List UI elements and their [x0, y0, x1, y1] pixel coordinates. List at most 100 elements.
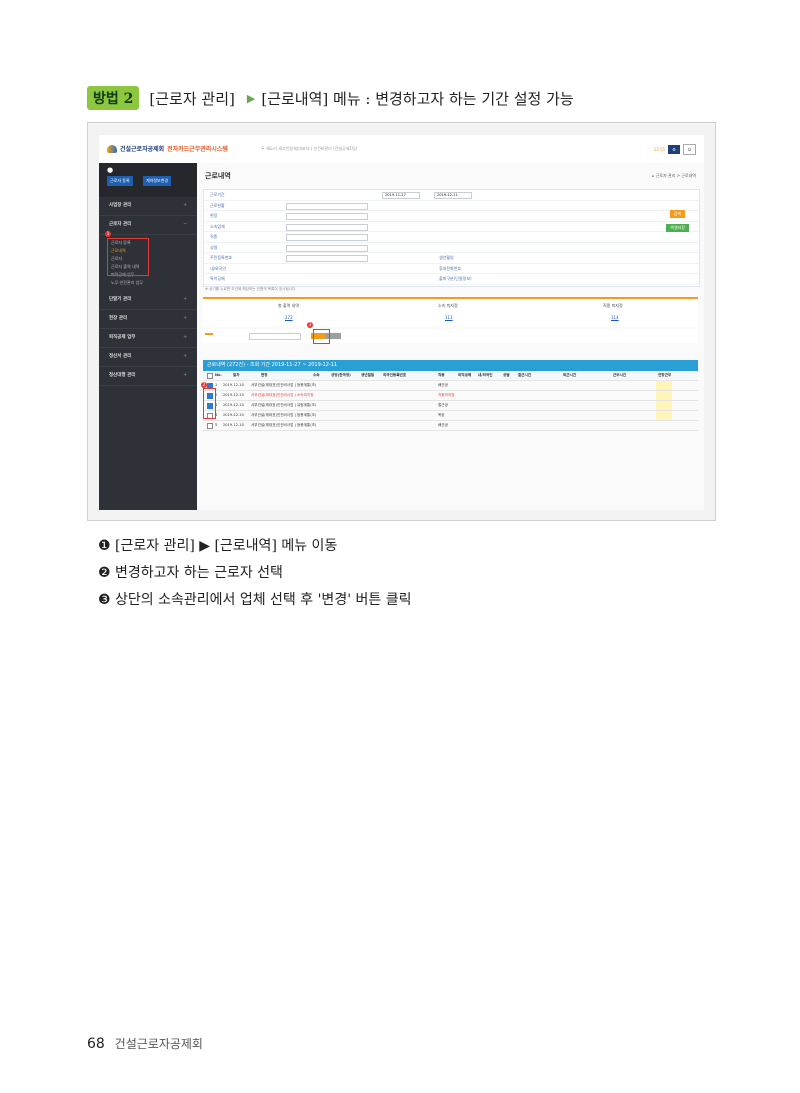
select-all-checkbox[interactable]: [207, 373, 213, 379]
heading-menu-path: [근로자 관리]: [149, 89, 235, 108]
embedded-screenshot: 건설근로자공제회 전자카드근무관리시스템 두 재도리 세부인원체(대표자:) 인…: [99, 135, 704, 510]
row-job: 배관공: [438, 383, 448, 387]
plus-icon: +: [183, 354, 187, 359]
table-row[interactable]: 3 2019-12-10 서부건설(재대표)인건비사업 | 유림계통(조) 철근…: [203, 401, 698, 411]
logo-text: 건설근로자공제회: [120, 146, 165, 153]
col-header: 성별: [503, 373, 510, 377]
col-header: 성명(한국명): [331, 373, 351, 377]
table-row[interactable]: 5 2019-12-10 서부건설(재대표)인건비사업 | 등용계통(조) 배관…: [203, 421, 698, 431]
caption-3: ❸ 상단의 소속관리에서 업체 선택 후 '변경' 버튼 클릭: [98, 589, 411, 609]
row-site: 서부건설(재대표)인건비사업 | 유림계통(조): [251, 403, 317, 407]
form-row: 현장: [204, 211, 699, 222]
sidebar-top: ● 근로자 등록 계약정보변경: [99, 163, 197, 197]
form-label: 소속업체: [210, 223, 225, 229]
form-row: 주민등록번호 생년월일: [204, 253, 699, 264]
form-label: 출퇴구분(단말정보): [439, 276, 472, 281]
row-job: 목공: [438, 413, 445, 417]
table-row[interactable]: 4 2019-12-10 서부건설(재대표)인건비사업 | 등용계통(조) 목공: [203, 411, 698, 421]
highlight-box-3: [313, 329, 330, 344]
grid-header-bar: 근로내역 (272건) - 조회 기간 2019-11-27 ~ 2019-12…: [203, 360, 698, 371]
sidebar-item-terminal[interactable]: 단말기 관리 +: [99, 291, 197, 310]
name-input[interactable]: [286, 244, 368, 252]
step-1-icon: ❶: [98, 538, 111, 554]
screenshot-frame: 건설근로자공제회 전자카드근무관리시스템 두 재도리 세부인원체(대표자:) 인…: [87, 122, 716, 521]
form-label: 현장: [210, 213, 218, 218]
status-select[interactable]: [286, 202, 368, 210]
row-job: 직종미지정: [438, 393, 455, 397]
sidebar-item-worker[interactable]: 근로자 관리 −: [99, 216, 197, 235]
table-row[interactable]: 1 2019-12-10 서부건설(재대표)인건비사업 | 등용계통(조) 배관…: [203, 381, 698, 391]
plus-icon: +: [183, 297, 187, 302]
row-date: 2019-12-10: [223, 403, 244, 407]
table-row[interactable]: 2 2019-12-10 서부건설(재대표)인건비사업 | 소속미지정 직종미지…: [203, 391, 698, 401]
step-2-icon: ❷: [98, 565, 111, 581]
row-date: 2019-12-10: [223, 393, 244, 397]
arrow-icon: ▶: [246, 91, 256, 105]
id-input[interactable]: [286, 255, 368, 262]
submenu-item[interactable]: 노무·안전관리 업무: [99, 279, 197, 287]
sidebar-item-fieldsite[interactable]: 현장 관리 +: [99, 310, 197, 329]
section-heading: 방법 2 [근로자 관리] ▶ [근로내역] 메뉴 : 변경하고자 하는 기간 …: [87, 86, 574, 110]
site-select[interactable]: [286, 213, 368, 220]
marker-3: 3: [307, 322, 313, 328]
col-header: 일자: [233, 373, 240, 377]
form-row: 직종: [204, 232, 699, 243]
job-select[interactable]: [286, 234, 368, 241]
stat-value[interactable]: 114: [611, 315, 619, 320]
col-header: 직종: [438, 373, 445, 377]
heading-description: [근로내역] 메뉴 : 변경하고자 하는 기간 설정 가능: [261, 89, 574, 108]
settings-button[interactable]: ⚙: [668, 145, 680, 154]
form-label: 특이공제: [210, 276, 225, 281]
col-header: 내/외국인: [478, 373, 493, 377]
timer-text: 12:55: [653, 147, 666, 152]
row-date: 2019-12-10: [223, 413, 244, 417]
main-content: 근로내역 ⌂ 근로자 관리 > 근로내역 근로기간 2019-11-27 201…: [197, 163, 704, 510]
date-from-field[interactable]: 2019-11-27: [382, 192, 420, 199]
form-row: 근로기간 2019-11-27 2019-12-11: [204, 190, 699, 201]
form-row: 근로현황: [204, 201, 699, 211]
grid-column-headers: No. 일자 현장 소속 성명(한국명) 생년월일 외국인등록번호 직종 퇴직공…: [203, 371, 698, 381]
sidebar-button-register[interactable]: 근로자 등록: [107, 176, 133, 186]
sidebar-item-retirement[interactable]: 퇴직공제 업무 +: [99, 329, 197, 348]
stat-value[interactable]: 272: [285, 315, 293, 320]
company-select[interactable]: [286, 223, 368, 231]
sidebar-button-contract[interactable]: 계약정보변경: [143, 176, 172, 186]
plus-icon: +: [183, 335, 187, 340]
form-label: 근로현황: [210, 202, 225, 208]
user-icon: ●: [107, 166, 114, 174]
data-grid: No. 일자 현장 소속 성명(한국명) 생년월일 외국인등록번호 직종 퇴직공…: [203, 371, 698, 431]
row-site: 서부건설(재대표)인건비사업 | 등용계통(조): [251, 423, 317, 427]
sidebar-item-settlement[interactable]: 정산서 관리 +: [99, 348, 197, 367]
row-job: 철근공: [438, 403, 448, 407]
work-hours-cell: [656, 401, 672, 410]
row-date: 2019-12-10: [223, 383, 244, 387]
minus-icon: −: [183, 222, 187, 227]
plus-icon: +: [183, 316, 187, 321]
company-change-select[interactable]: [249, 333, 301, 340]
row-checkbox[interactable]: [207, 423, 213, 429]
op-button[interactable]: [205, 333, 213, 335]
form-row: 성명: [204, 243, 699, 253]
stats-panel: 총 출역 내역 소속 미지정 직종 미지정 272 111 114: [203, 297, 698, 327]
search-button[interactable]: 검색: [669, 210, 685, 218]
search-form: 근로기간 2019-11-27 2019-12-11 근로현황 현장 소속업체 …: [203, 189, 700, 287]
method-badge: 방법 2: [87, 86, 140, 110]
logout-button[interactable]: ⏻: [682, 144, 696, 155]
breadcrumb-text: 근로자 관리 > 근로내역: [655, 173, 696, 178]
row-date: 2019-12-10: [223, 423, 244, 427]
col-header: No.: [215, 373, 222, 377]
sidebar-item-site[interactable]: 사업장 관리 +: [99, 197, 197, 216]
excel-button[interactable]: 엑셀저장: [666, 224, 689, 232]
date-to-field[interactable]: 2019-12-11: [434, 192, 472, 199]
sidebar-item-liquidation[interactable]: 청산대행 관리 +: [99, 367, 197, 386]
row-no: 5: [215, 423, 218, 427]
marker-2: 2: [201, 382, 207, 388]
stat-value[interactable]: 111: [445, 315, 453, 320]
form-label: 직종: [210, 234, 218, 239]
col-header: 생년월일: [361, 373, 375, 377]
col-header: 퇴직공제: [458, 373, 472, 377]
work-hours-cell: [656, 391, 672, 400]
stat-label: 소속 미지정: [438, 303, 458, 308]
breadcrumb: ⌂ 근로자 관리 > 근로내역: [651, 173, 696, 178]
plus-icon: +: [183, 203, 187, 208]
